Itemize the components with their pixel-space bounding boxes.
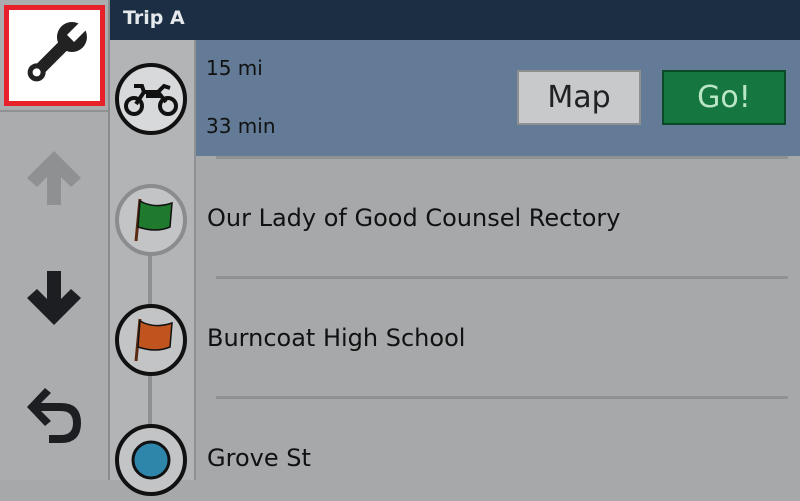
row-divider: [216, 276, 788, 279]
arrow-down-icon: [19, 263, 89, 337]
green-flag-icon: [114, 183, 188, 257]
row-divider: [216, 396, 788, 399]
back-arrow-icon: [19, 383, 89, 457]
sidebar-divider: [0, 110, 108, 112]
orange-flag-icon: [114, 303, 188, 377]
motorcycle-icon: [114, 62, 188, 136]
back-button[interactable]: [0, 365, 108, 475]
sidebar: [0, 0, 110, 480]
arrow-up-icon: [19, 143, 89, 217]
stop-label[interactable]: Our Lady of Good Counsel Rectory: [207, 204, 620, 232]
scroll-down-button[interactable]: [0, 245, 108, 355]
header-bar: Trip A: [110, 0, 800, 40]
page-title: Trip A: [123, 7, 185, 29]
go-button[interactable]: Go!: [662, 70, 786, 125]
map-button[interactable]: Map: [517, 70, 641, 125]
stop-label[interactable]: Burncoat High School: [207, 324, 465, 352]
blue-dot-icon: [114, 423, 188, 497]
scroll-up-button[interactable]: [0, 125, 108, 235]
stop-label[interactable]: Grove St: [207, 444, 311, 472]
row-divider: [216, 156, 788, 159]
route-distance: 15 mi: [206, 56, 263, 80]
route-summary-row[interactable]: 15 mi 33 min Map Go!: [196, 40, 800, 156]
wrench-icon: [15, 14, 95, 98]
route-time: 33 min: [206, 114, 276, 138]
tools-button[interactable]: [4, 5, 105, 106]
